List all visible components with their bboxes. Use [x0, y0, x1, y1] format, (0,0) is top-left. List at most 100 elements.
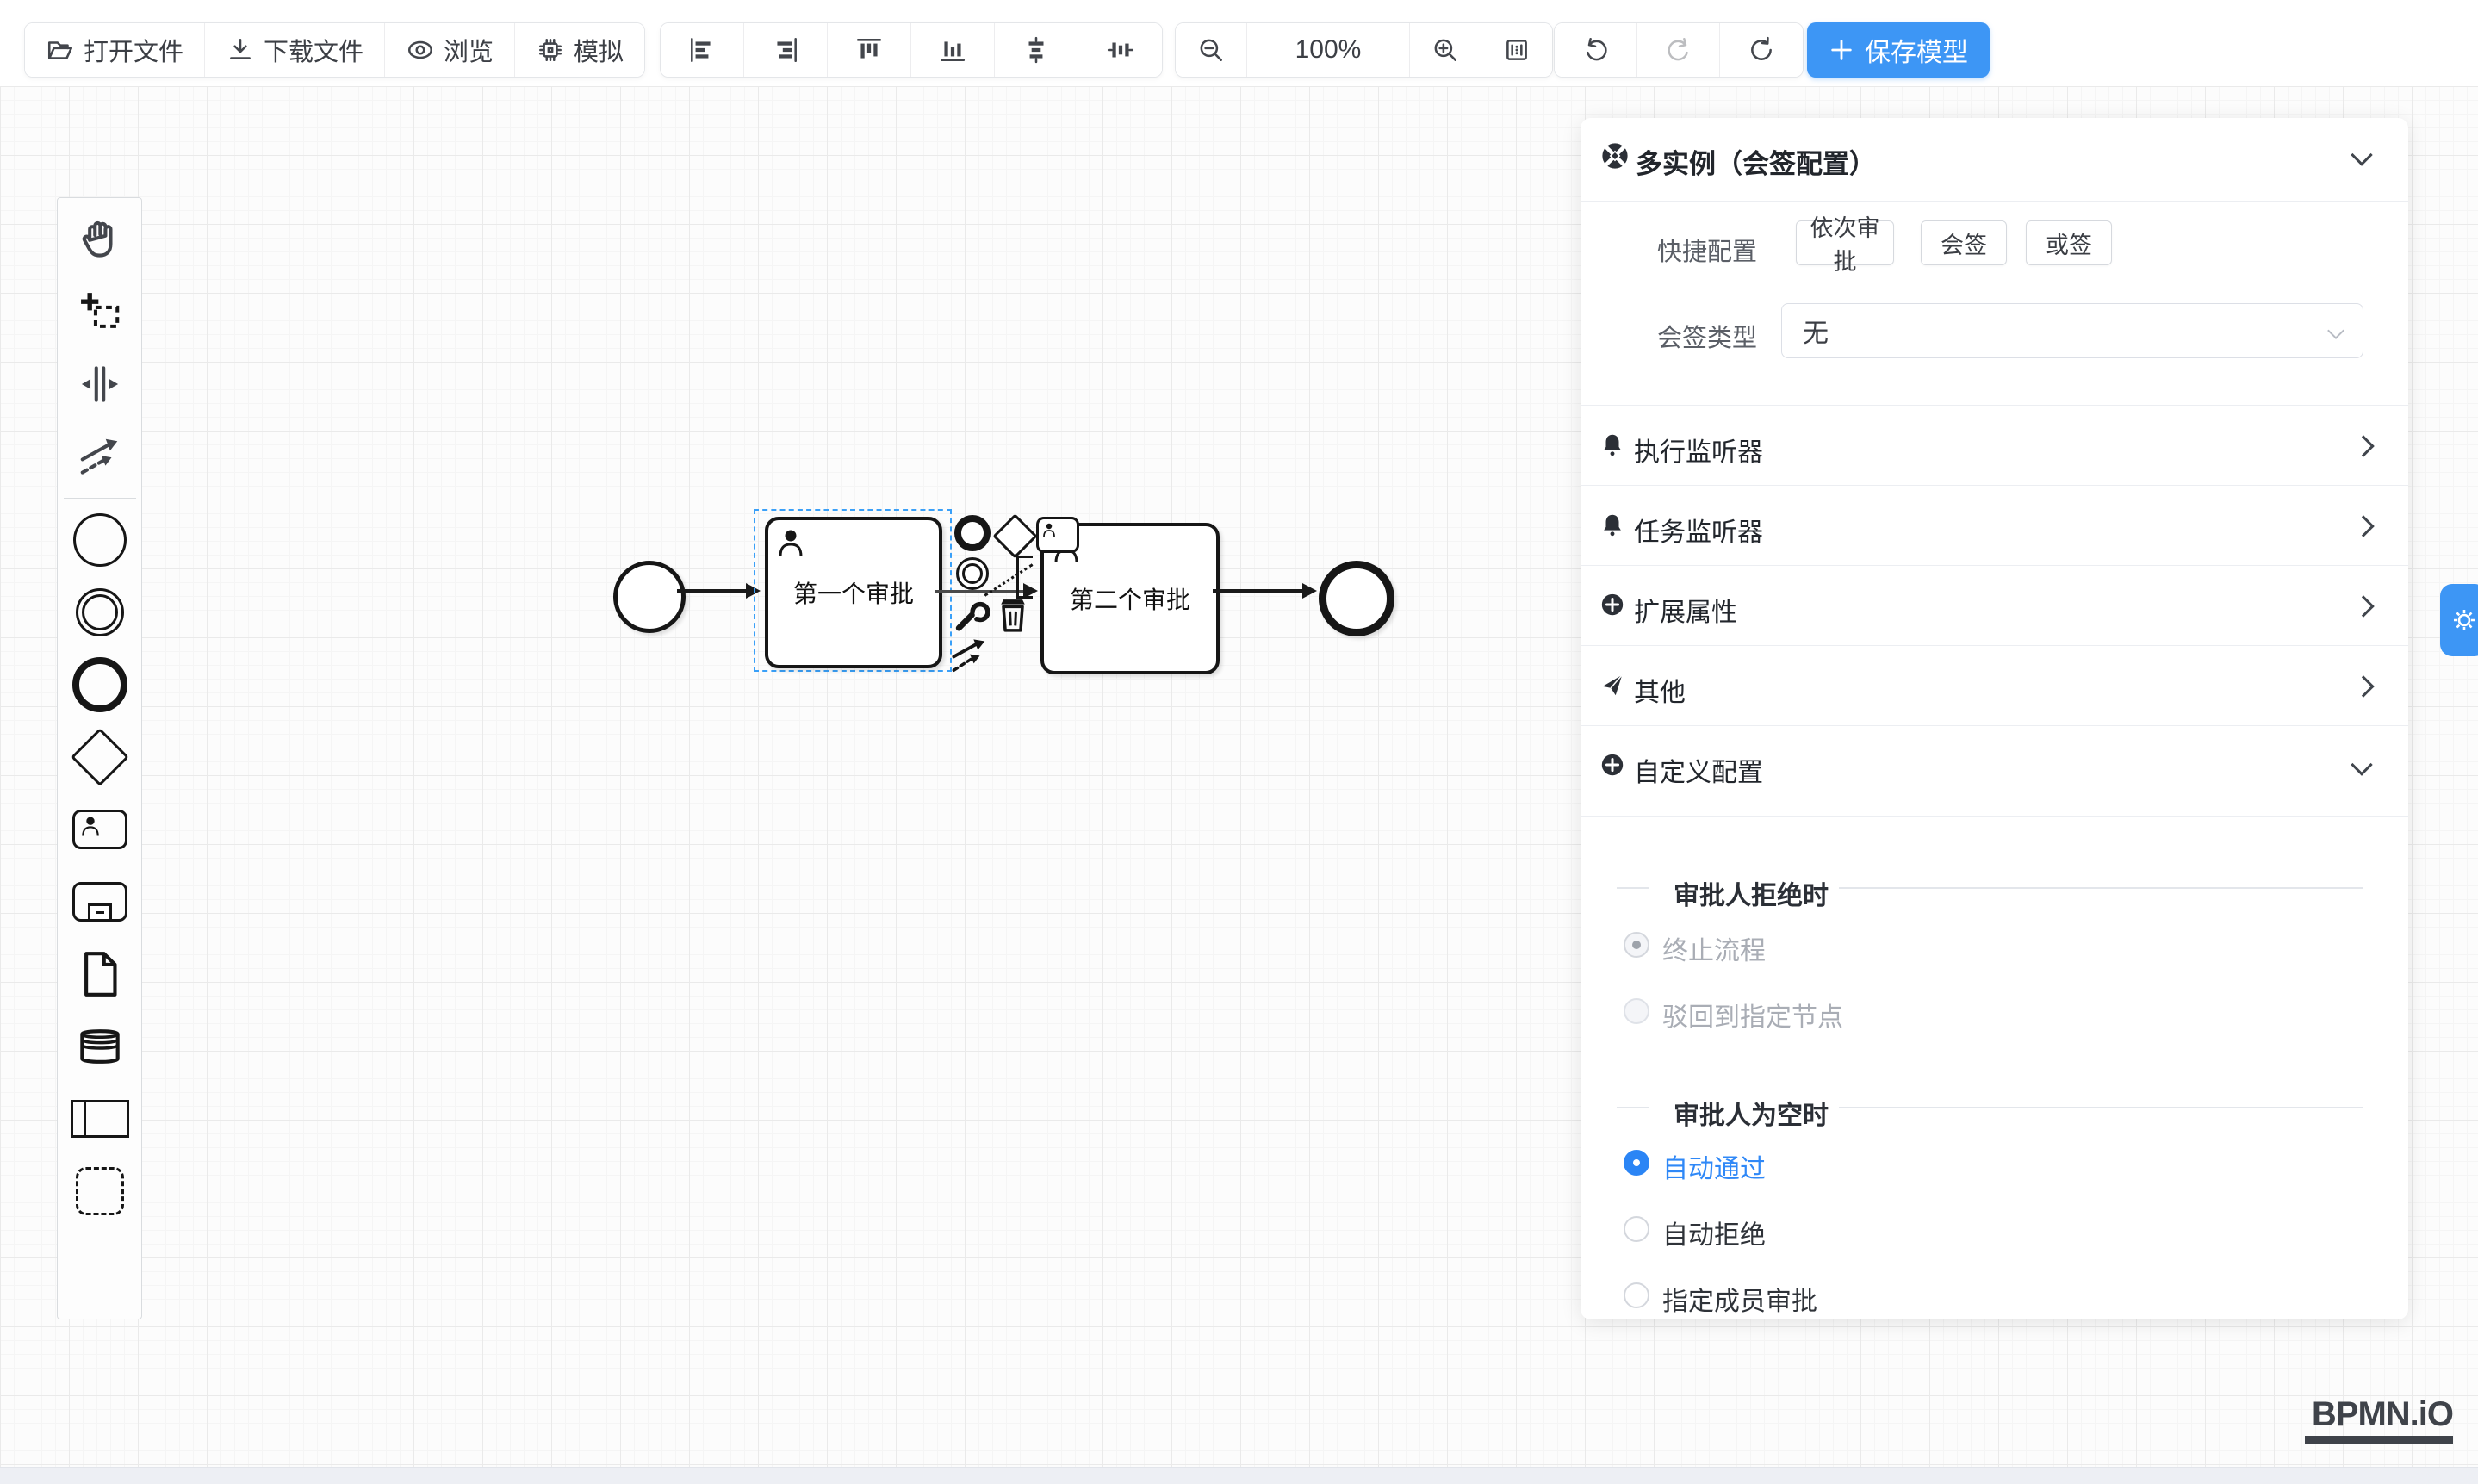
align-right-icon [771, 35, 800, 65]
align-bottom-icon [938, 35, 967, 65]
sequence-flow-1[interactable] [677, 589, 748, 593]
align-top-button[interactable] [828, 23, 911, 77]
bpmn-palette [57, 197, 142, 1319]
change-type-wrench-icon[interactable] [952, 596, 990, 638]
create-datastore-tool[interactable] [58, 1010, 141, 1083]
send-icon [1599, 672, 1625, 698]
fit-viewport-icon [1502, 35, 1531, 65]
sequence-flow-3[interactable] [1213, 589, 1304, 593]
radio-label: 指定成员审批 [1662, 1280, 1817, 1318]
redo-button[interactable] [1637, 23, 1720, 77]
sequence-flow-2[interactable] [935, 590, 1025, 593]
chevron-down-icon [2351, 754, 2372, 775]
align-middle-button[interactable] [1078, 23, 1162, 77]
radio-label: 终止流程 [1662, 929, 1766, 967]
create-intermediate-event-tool[interactable] [58, 576, 141, 649]
task-label: 第二个审批 [1070, 581, 1190, 616]
pool-icon [71, 1100, 129, 1138]
space-tool[interactable] [58, 348, 141, 420]
align-bottom-button[interactable] [911, 23, 995, 77]
start-event-shape[interactable] [613, 561, 686, 633]
align-left-button[interactable] [661, 23, 744, 77]
simulate-button[interactable]: 模拟 [515, 23, 644, 77]
gear-icon [2450, 606, 2478, 634]
create-group-tool[interactable] [58, 1155, 141, 1227]
multi-instance-icon [1599, 140, 1630, 171]
panel-collapse-chevron-icon[interactable] [2351, 144, 2372, 165]
chevron-right-icon [2352, 595, 2374, 617]
user-icon [777, 527, 804, 558]
zoom-toolbar-group: 100% [1175, 22, 1553, 78]
zoom-out-button[interactable] [1176, 23, 1247, 77]
append-user-task-icon[interactable] [1036, 517, 1079, 553]
end-event-shape[interactable] [1319, 561, 1394, 636]
bpmn-designer-app: 打开文件 下载文件 浏览 模拟 [0, 0, 2478, 1484]
section-label: 执行监听器 [1634, 431, 1763, 469]
chip-icon [536, 35, 565, 65]
sign-type-value: 无 [1803, 312, 1829, 350]
radio-return-to-node [1624, 998, 1649, 1024]
gateway-icon [71, 728, 129, 786]
subprocess-icon [72, 882, 127, 922]
create-subprocess-tool[interactable] [58, 866, 141, 938]
intermediate-event-icon [76, 588, 124, 636]
datastore-icon [77, 1026, 123, 1067]
append-end-event-icon[interactable] [954, 515, 991, 551]
save-model-button[interactable]: 保存模型 [1807, 22, 1990, 78]
align-center-button[interactable] [995, 23, 1078, 77]
align-right-button[interactable] [744, 23, 828, 77]
delete-trash-icon[interactable] [997, 596, 1028, 638]
create-end-event-tool[interactable] [58, 649, 141, 721]
empty-group-title: 审批人为空时 [1674, 1094, 1829, 1132]
chevron-right-icon [2352, 515, 2374, 537]
file-icon [80, 951, 120, 997]
settings-tab-button[interactable] [2440, 584, 2478, 656]
quick-option-orsign-button[interactable]: 或签 [2026, 220, 2112, 265]
hand-tool[interactable] [58, 203, 141, 276]
task-shape-first-approval[interactable]: 第一个审批 [765, 517, 942, 668]
create-pool-tool[interactable] [58, 1083, 141, 1155]
quick-option-countersign-button[interactable]: 会签 [1921, 220, 2007, 265]
create-file-tool[interactable] [58, 938, 141, 1010]
download-icon [226, 35, 255, 65]
bpmn-io-logo[interactable]: BPMN.iO [2305, 1395, 2453, 1444]
fit-viewport-button[interactable] [1481, 23, 1552, 77]
quick-option-sequential-button[interactable]: 依次审批 [1796, 220, 1894, 265]
section-extension-properties[interactable]: 扩展属性 [1581, 566, 2408, 645]
section-custom-config[interactable]: 自定义配置 [1581, 726, 2408, 805]
preview-label: 浏览 [444, 32, 494, 68]
open-file-button[interactable]: 打开文件 [25, 23, 205, 77]
append-text-annotation-icon[interactable] [1016, 556, 1033, 599]
lasso-icon [77, 289, 123, 335]
simulate-label: 模拟 [574, 32, 624, 68]
open-file-label: 打开文件 [84, 32, 183, 68]
group-icon [76, 1167, 124, 1215]
section-execution-listener[interactable]: 执行监听器 [1581, 406, 2408, 485]
section-other[interactable]: 其他 [1581, 646, 2408, 725]
reset-button[interactable] [1720, 23, 1803, 77]
create-gateway-tool[interactable] [58, 721, 141, 793]
radio-assign-member[interactable] [1624, 1282, 1649, 1308]
radio-auto-reject[interactable] [1624, 1216, 1649, 1242]
sequence-flow-3-arrowhead [1302, 583, 1317, 599]
append-intermediate-event-icon[interactable] [956, 557, 989, 590]
create-start-event-tool[interactable] [58, 504, 141, 576]
preview-button[interactable]: 浏览 [385, 23, 515, 77]
palette-divider [64, 498, 136, 499]
divider [1581, 201, 2408, 202]
sign-type-select[interactable]: 无 [1781, 303, 2363, 358]
lasso-tool[interactable] [58, 276, 141, 348]
radio-auto-pass[interactable] [1624, 1150, 1649, 1176]
global-connect-tool[interactable] [58, 420, 141, 493]
download-file-button[interactable]: 下载文件 [205, 23, 385, 77]
section-task-listener[interactable]: 任务监听器 [1581, 486, 2408, 565]
bottom-scrollbar-track[interactable] [0, 1467, 2478, 1484]
reject-group-title: 审批人拒绝时 [1674, 874, 1829, 912]
create-user-task-tool[interactable] [58, 793, 141, 866]
section-label: 任务监听器 [1634, 511, 1763, 549]
undo-button[interactable] [1555, 23, 1637, 77]
zoom-in-button[interactable] [1410, 23, 1481, 77]
radio-label: 驳回到指定节点 [1662, 996, 1843, 1034]
connect-flow-icon[interactable] [950, 636, 990, 680]
bpmn-io-logo-text: BPMN.iO [2305, 1395, 2453, 1434]
